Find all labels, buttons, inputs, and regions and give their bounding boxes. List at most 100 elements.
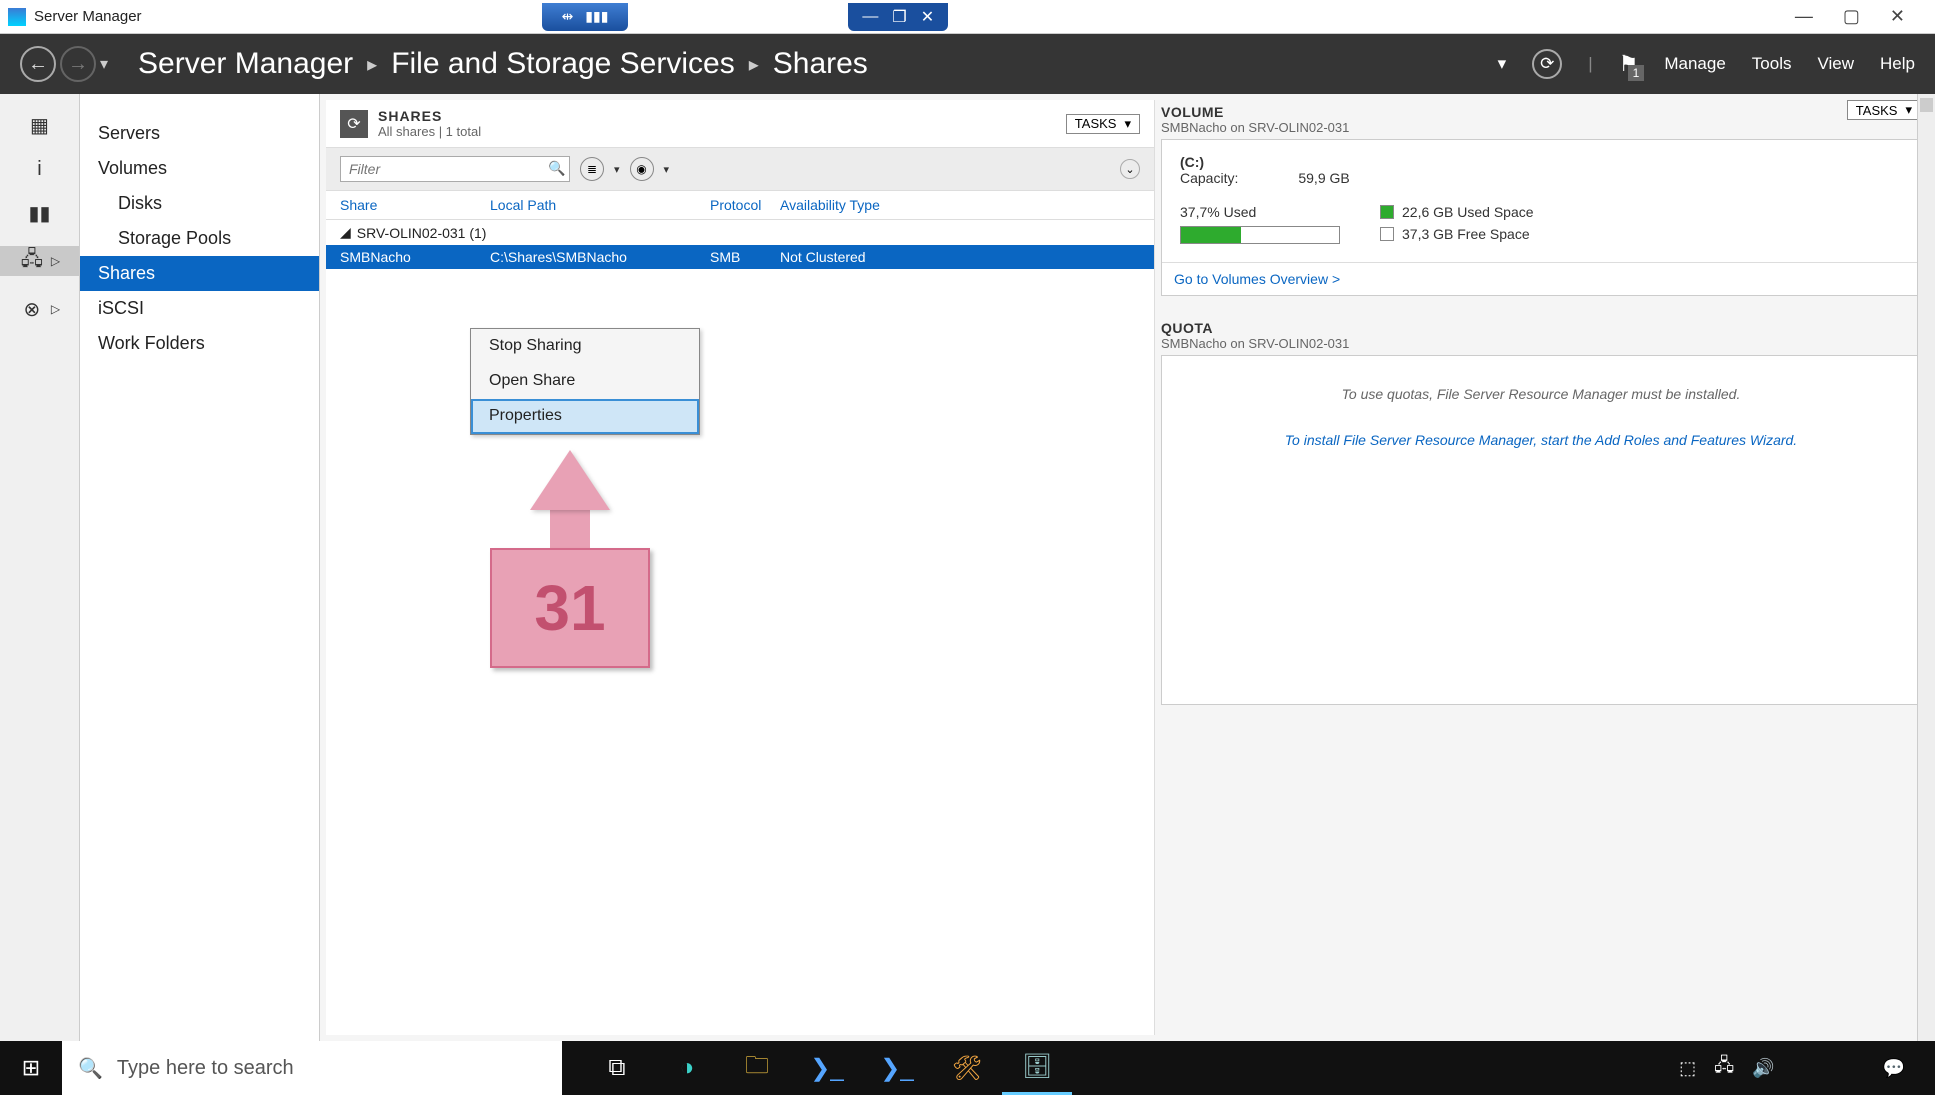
header-bar: ← → ▾ Server Manager ▸ File and Storage … <box>0 34 1935 94</box>
breadcrumb-root[interactable]: Server Manager <box>138 47 353 81</box>
capacity-value: 59,9 GB <box>1298 170 1349 186</box>
inner-close-icon[interactable]: ✕ <box>921 7 934 27</box>
drag-icon: ⇹ <box>562 8 574 25</box>
list-options-button[interactable]: ≣ <box>580 157 604 181</box>
context-menu: Stop Sharing Open Share Properties <box>470 328 700 435</box>
sidebar: Servers Volumes Disks Storage Pools Shar… <box>80 94 320 1041</box>
accent-bar: ⇹ ▮▮▮ <box>542 3 629 31</box>
signal-icon: ▮▮▮ <box>585 8 608 25</box>
cell-share: SMBNacho <box>340 249 490 265</box>
search-icon[interactable]: 🔍 <box>548 160 565 177</box>
menu-view[interactable]: View <box>1817 54 1854 74</box>
breadcrumb: Server Manager ▸ File and Storage Servic… <box>138 47 868 81</box>
dropdown-caret-icon[interactable]: ▾ <box>1498 54 1507 74</box>
sidebar-item-iscsi[interactable]: iSCSI <box>80 291 319 326</box>
shares-title: SHARES <box>378 108 481 124</box>
inner-max-icon[interactable]: ❐ <box>892 7 906 27</box>
menu-manage[interactable]: Manage <box>1664 54 1725 74</box>
inner-window-controls: — ❐ ✕ <box>848 3 948 31</box>
notification-badge: 1 <box>1628 65 1645 81</box>
taskbar: ⊞ 🔍 Type here to search ⧉ ◑ 🗀 ❯_ ❯_ 🛠 🗄 … <box>0 1041 1935 1095</box>
share-row[interactable]: SMBNacho C:\Shares\SMBNacho SMB Not Clus… <box>326 245 1154 269</box>
view-options-button[interactable]: ◉ <box>630 157 654 181</box>
used-space: 22,6 GB Used Space <box>1402 204 1534 220</box>
cm-open-share[interactable]: Open Share <box>471 364 699 399</box>
right-column: VOLUME SMBNacho on SRV-OLIN02-031 TASKS … <box>1155 94 1935 1041</box>
col-path[interactable]: Local Path <box>490 197 710 213</box>
group-label: SRV-OLIN02-031 (1) <box>357 225 487 241</box>
expand-toggle[interactable]: ⌄ <box>1120 159 1140 179</box>
notifications-icon[interactable]: 💬 <box>1883 1058 1905 1079</box>
filter-input[interactable] <box>340 156 570 182</box>
sidebar-item-workfolders[interactable]: Work Folders <box>80 326 319 361</box>
scrollbar[interactable] <box>1917 94 1935 1041</box>
file-services-icon: 🖧 <box>19 250 45 272</box>
scroll-thumb[interactable] <box>1920 98 1933 112</box>
sound-icon[interactable]: 🔊 <box>1752 1058 1774 1079</box>
powershell-ise-icon[interactable]: ❯_ <box>862 1041 932 1095</box>
forward-button[interactable]: → <box>60 46 96 82</box>
sidebar-item-servers[interactable]: Servers <box>80 116 319 151</box>
taskbar-apps: ⧉ ◑ 🗀 ❯_ ❯_ 🛠 🗄 <box>582 1041 1072 1095</box>
sidebar-item-pools[interactable]: Storage Pools <box>80 221 319 256</box>
volume-section: VOLUME SMBNacho on SRV-OLIN02-031 TASKS … <box>1161 100 1921 296</box>
cm-stop-sharing[interactable]: Stop Sharing <box>471 329 699 364</box>
drive-label: (C:) <box>1180 154 1902 170</box>
back-button[interactable]: ← <box>20 46 56 82</box>
minimize-button[interactable]: — <box>1795 6 1813 27</box>
separator: | <box>1588 54 1592 74</box>
volumes-overview-link[interactable]: Go to Volumes Overview > <box>1162 262 1920 295</box>
close-button[interactable]: ✕ <box>1890 6 1905 27</box>
caret-down-icon: ▾ <box>614 163 620 176</box>
header-right: ▾ ⟳ | ⚑1 Manage Tools View Help <box>1498 49 1915 79</box>
menu-help[interactable]: Help <box>1880 54 1915 74</box>
tray-icon-1[interactable]: ⬚ <box>1679 1058 1696 1079</box>
quota-line1: To use quotas, File Server Resource Mana… <box>1172 386 1910 402</box>
local-server-icon[interactable]: i <box>27 158 53 180</box>
breadcrumb-leaf[interactable]: Shares <box>773 47 868 81</box>
all-servers-icon[interactable]: ▮▮ <box>27 202 53 224</box>
notifications-flag[interactable]: ⚑1 <box>1619 51 1639 77</box>
expand-icon: ▷ <box>51 302 60 316</box>
free-swatch <box>1380 227 1394 241</box>
callout-annotation: 31 <box>490 450 650 668</box>
col-protocol[interactable]: Protocol <box>710 197 780 213</box>
inner-min-icon[interactable]: — <box>862 8 878 26</box>
shares-icon: ⟳ <box>340 110 368 138</box>
system-tray: ⬚ 🖧 🔊 💬 <box>1679 1053 1935 1083</box>
start-button[interactable]: ⊞ <box>0 1041 62 1095</box>
dashboard-icon[interactable]: ▦ <box>27 114 53 136</box>
menu-tools[interactable]: Tools <box>1752 54 1792 74</box>
icon-rail: ▦ i ▮▮ 🖧 ▷ ⊗ ▷ <box>0 94 80 1041</box>
nav-dropdown-icon[interactable]: ▾ <box>100 54 108 74</box>
cm-properties[interactable]: Properties <box>471 399 699 434</box>
task-view-icon[interactable]: ⧉ <box>582 1041 652 1095</box>
rail-extra[interactable]: ⊗ ▷ <box>0 298 79 320</box>
edge-icon[interactable]: ◑ <box>652 1041 722 1095</box>
sidebar-item-disks[interactable]: Disks <box>80 186 319 221</box>
quota-panel: To use quotas, File Server Resource Mana… <box>1161 355 1921 705</box>
refresh-button[interactable]: ⟳ <box>1532 49 1562 79</box>
tasks-label: TASKS <box>1856 103 1898 118</box>
taskbar-search[interactable]: 🔍 Type here to search <box>62 1041 562 1095</box>
powershell-icon[interactable]: ❯_ <box>792 1041 862 1095</box>
quota-line2: To install File Server Resource Manager,… <box>1172 432 1910 448</box>
shares-panel: ⟳ SHARES All shares | 1 total TASKS ▾ 🔍 … <box>326 100 1155 1035</box>
col-share[interactable]: Share <box>340 197 490 213</box>
network-icon[interactable]: 🖧 <box>1714 1053 1734 1083</box>
volume-tasks-button[interactable]: TASKS ▾ <box>1847 100 1921 120</box>
group-row[interactable]: ◢ SRV-OLIN02-031 (1) <box>326 220 1154 245</box>
callout-number: 31 <box>490 548 650 668</box>
server-tools-icon[interactable]: 🛠 <box>932 1041 1002 1095</box>
sidebar-item-shares[interactable]: Shares <box>80 256 319 291</box>
file-services-rail[interactable]: 🖧 ▷ <box>0 246 79 276</box>
sidebar-item-volumes[interactable]: Volumes <box>80 151 319 186</box>
col-availability[interactable]: Availability Type <box>780 197 1140 213</box>
explorer-icon[interactable]: 🗀 <box>722 1041 792 1095</box>
caret-down-icon: ▾ <box>1905 102 1912 118</box>
server-manager-taskbar-icon[interactable]: 🗄 <box>1002 1041 1072 1095</box>
maximize-button[interactable]: ▢ <box>1843 6 1860 27</box>
used-pct: 37,7% Used <box>1180 204 1340 220</box>
shares-tasks-button[interactable]: TASKS ▾ <box>1066 114 1140 134</box>
breadcrumb-section[interactable]: File and Storage Services <box>391 47 735 81</box>
